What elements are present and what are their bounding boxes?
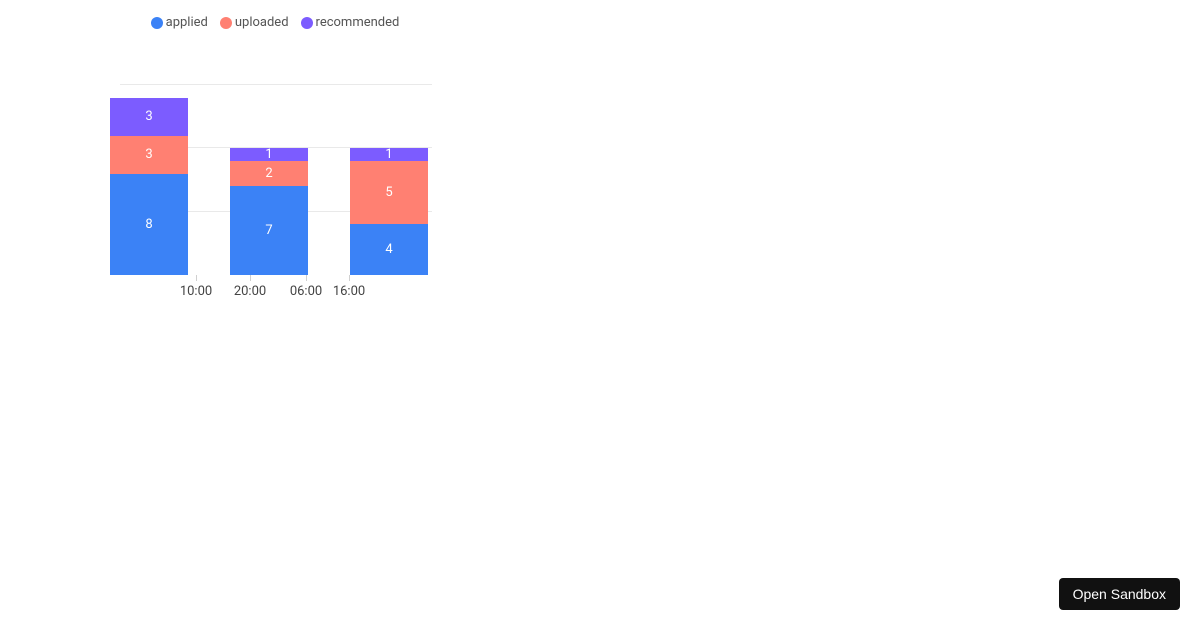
bar-value-label: 1 bbox=[265, 147, 272, 162]
x-tick-label: 10:00 bbox=[180, 284, 212, 299]
bar-value-label: 1 bbox=[385, 147, 392, 162]
bar-value-label: 8 bbox=[145, 217, 152, 232]
bar-value-label: 3 bbox=[145, 147, 152, 162]
x-tick-label: 16:00 bbox=[333, 284, 365, 299]
bar-segment-applied[interactable]: 4 bbox=[350, 224, 428, 275]
tick-mark bbox=[349, 275, 350, 281]
bar-segment-applied[interactable]: 7 bbox=[230, 186, 308, 275]
legend-item-uploaded[interactable]: uploaded bbox=[220, 15, 289, 30]
grid-line bbox=[120, 84, 432, 85]
plot-area: 8 3 3 7 2 1 4 5 1 bbox=[110, 85, 430, 275]
bar-column: 4 5 1 bbox=[350, 148, 428, 275]
legend-label: recommended bbox=[316, 15, 400, 30]
bar-column: 7 2 1 bbox=[230, 148, 308, 275]
bar-segment-uploaded[interactable]: 2 bbox=[230, 161, 308, 186]
bar-segment-uploaded[interactable]: 5 bbox=[350, 161, 428, 224]
stacked-bar-chart: applied uploaded recommended 8 3 3 7 2 1 4 5 1 10:… bbox=[110, 15, 440, 305]
bar-segment-recommended[interactable]: 3 bbox=[110, 98, 188, 136]
bar-segment-applied[interactable]: 8 bbox=[110, 174, 188, 275]
bar-segment-recommended[interactable]: 1 bbox=[230, 148, 308, 161]
tick-mark bbox=[306, 275, 307, 281]
bar-value-label: 3 bbox=[145, 109, 152, 124]
legend-swatch-icon bbox=[220, 17, 232, 29]
legend-item-applied[interactable]: applied bbox=[151, 15, 208, 30]
legend: applied uploaded recommended bbox=[110, 15, 440, 30]
bar-column: 8 3 3 bbox=[110, 98, 188, 275]
legend-item-recommended[interactable]: recommended bbox=[301, 15, 400, 30]
bar-value-label: 2 bbox=[265, 166, 272, 181]
tick-mark bbox=[196, 275, 197, 281]
legend-label: uploaded bbox=[235, 15, 289, 30]
bar-value-label: 7 bbox=[265, 223, 272, 238]
x-tick-label: 20:00 bbox=[234, 284, 266, 299]
legend-swatch-icon bbox=[301, 17, 313, 29]
bar-value-label: 5 bbox=[385, 185, 392, 200]
x-tick-label: 06:00 bbox=[290, 284, 322, 299]
bar-segment-uploaded[interactable]: 3 bbox=[110, 136, 188, 174]
legend-swatch-icon bbox=[151, 17, 163, 29]
open-sandbox-button[interactable]: Open Sandbox bbox=[1059, 578, 1180, 610]
bar-value-label: 4 bbox=[385, 242, 392, 257]
x-axis: 10:00 20:00 06:00 16:00 bbox=[110, 278, 430, 308]
tick-mark bbox=[250, 275, 251, 281]
bar-segment-recommended[interactable]: 1 bbox=[350, 148, 428, 161]
legend-label: applied bbox=[166, 15, 208, 30]
